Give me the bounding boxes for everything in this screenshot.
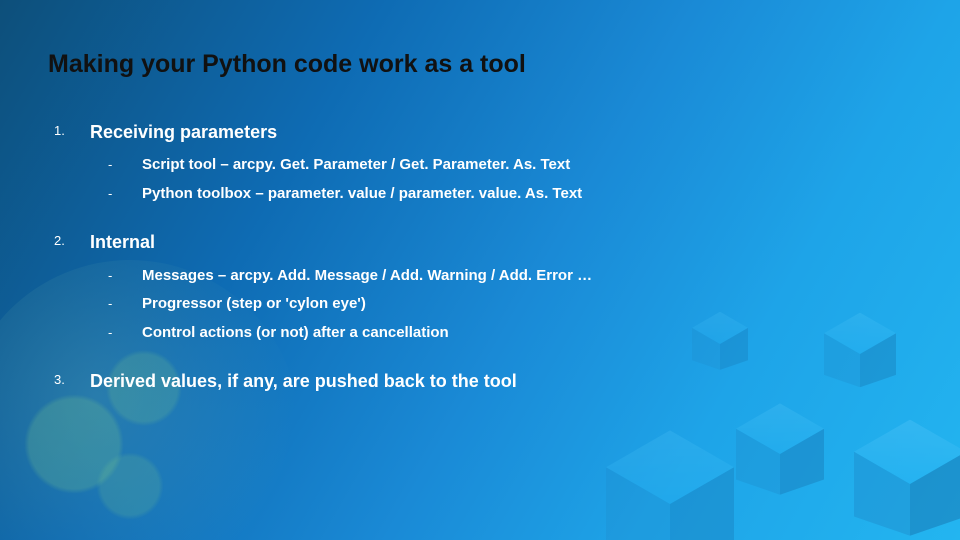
slide-title: Making your Python code work as a tool (48, 50, 912, 79)
sub-list: Messages – arcpy. Add. Message / Add. Wa… (48, 265, 912, 345)
list-item: Internal Messages – arcpy. Add. Message … (48, 231, 912, 344)
item-heading: Internal (48, 231, 912, 254)
slide: Making your Python code work as a tool R… (0, 0, 960, 540)
main-list: Receiving parameters Script tool – arcpy… (48, 121, 912, 394)
list-item: Receiving parameters Script tool – arcpy… (48, 121, 912, 205)
list-item: Derived values, if any, are pushed back … (48, 370, 912, 393)
sub-item: Python toolbox – parameter. value / para… (48, 183, 912, 206)
sub-item: Progressor (step or 'cylon eye') (48, 293, 912, 316)
sub-item: Messages – arcpy. Add. Message / Add. Wa… (48, 265, 912, 288)
sub-item: Script tool – arcpy. Get. Parameter / Ge… (48, 154, 912, 177)
sub-item: Control actions (or not) after a cancell… (48, 322, 912, 345)
item-heading: Receiving parameters (48, 121, 912, 144)
sub-list: Script tool – arcpy. Get. Parameter / Ge… (48, 154, 912, 205)
content-area: Making your Python code work as a tool R… (0, 0, 960, 394)
item-heading: Derived values, if any, are pushed back … (48, 370, 912, 393)
